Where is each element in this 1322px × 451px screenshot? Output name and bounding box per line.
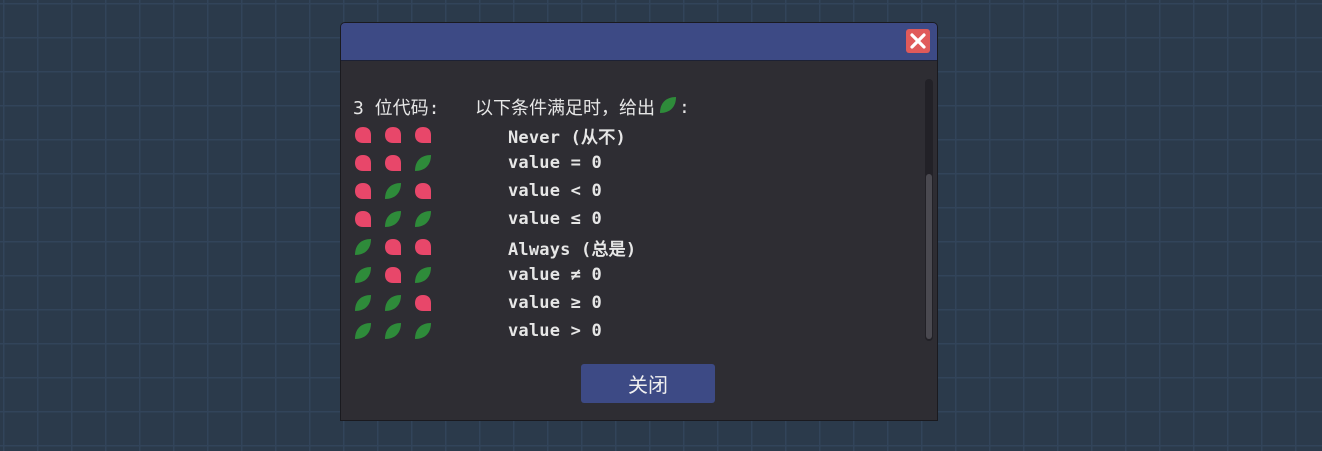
green-leaf-icon (385, 295, 401, 311)
green-leaf-icon (355, 295, 371, 311)
condition-header-label: 以下条件满足时，给出 (475, 98, 655, 119)
table-header: 3 位代码: 以下条件满足时，给出 : (353, 93, 923, 121)
red-drop-icon (355, 183, 371, 199)
condition-header-suffix: : (679, 96, 690, 118)
dialog-content: 3 位代码: 以下条件满足时，给出 : Never (从不) value = 0 v… (353, 93, 923, 345)
code-bits (353, 265, 508, 285)
green-leaf-icon (658, 95, 678, 120)
red-drop-icon (385, 239, 401, 255)
table-row: value ≥ 0 (353, 289, 923, 317)
code-bits (353, 181, 508, 201)
table-row: value ≠ 0 (353, 261, 923, 289)
vertical-scrollbar[interactable] (925, 79, 933, 341)
code-bits (353, 237, 508, 257)
close-icon[interactable] (906, 29, 930, 53)
table-row: Never (从不) (353, 121, 923, 149)
green-leaf-icon (385, 211, 401, 227)
red-drop-icon (415, 183, 431, 199)
table-row: value = 0 (353, 149, 923, 177)
red-drop-icon (355, 211, 371, 227)
code-bits (353, 321, 508, 341)
green-leaf-icon (355, 267, 371, 283)
condition-column-header: 以下条件满足时，给出 : (475, 94, 690, 120)
table-row: value < 0 (353, 177, 923, 205)
green-leaf-icon (355, 239, 371, 255)
dialog-titlebar (341, 23, 937, 61)
condition-text: value > 0 (508, 321, 602, 341)
red-drop-icon (355, 127, 371, 143)
scrollbar-thumb[interactable] (926, 174, 932, 339)
truth-table-dialog: 3 位代码: 以下条件满足时，给出 : Never (从不) value = 0 v… (340, 22, 938, 421)
condition-text: value < 0 (508, 181, 602, 201)
green-leaf-icon (385, 183, 401, 199)
condition-text: value ≠ 0 (508, 265, 602, 285)
green-leaf-icon (415, 155, 431, 171)
close-button[interactable]: 关闭 (581, 364, 715, 403)
green-leaf-icon (415, 211, 431, 227)
condition-text: Always (总是) (508, 239, 637, 260)
red-drop-icon (415, 295, 431, 311)
condition-text: value = 0 (508, 153, 602, 173)
condition-text: Never (从不) (508, 127, 626, 148)
red-drop-icon (415, 127, 431, 143)
code-bits (353, 125, 508, 145)
green-leaf-icon (385, 323, 401, 339)
red-drop-icon (385, 267, 401, 283)
condition-text: value ≤ 0 (508, 209, 602, 229)
red-drop-icon (385, 155, 401, 171)
truth-table-rows: Never (从不) value = 0 value < 0 value ≤ 0 Alw… (353, 121, 923, 345)
red-drop-icon (355, 155, 371, 171)
table-row: Always (总是) (353, 233, 923, 261)
red-drop-icon (415, 239, 431, 255)
condition-text: value ≥ 0 (508, 293, 602, 313)
code-column-header: 3 位代码: (353, 98, 440, 119)
green-leaf-icon (415, 267, 431, 283)
code-bits (353, 153, 508, 173)
code-bits (353, 293, 508, 313)
code-bits (353, 209, 508, 229)
green-leaf-icon (355, 323, 371, 339)
table-row: value ≤ 0 (353, 205, 923, 233)
table-row: value > 0 (353, 317, 923, 345)
red-drop-icon (385, 127, 401, 143)
green-leaf-icon (415, 323, 431, 339)
